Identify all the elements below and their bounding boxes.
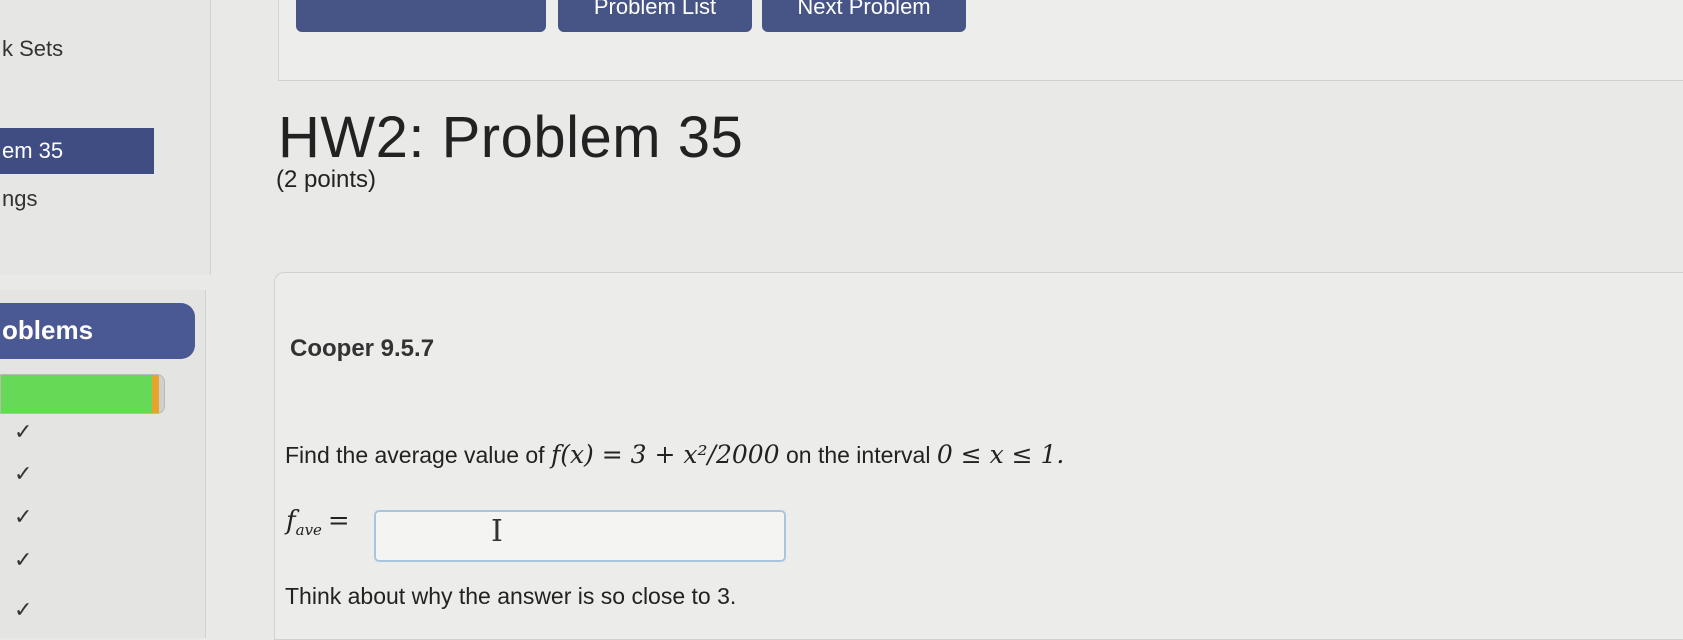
function-formula: f(x) = 3 + x²/2000 [550,440,780,469]
previous-problem-button[interactable] [296,0,546,32]
question-middle: on the interval [785,442,931,468]
current-problem-nav-item[interactable]: em 35 [0,128,154,174]
check-icon: ✓ [14,420,33,445]
homework-sets-link[interactable]: k Sets [2,36,63,62]
next-problem-button[interactable]: Next Problem [762,0,966,32]
problem-reference: Cooper 9.5.7 [290,335,435,362]
answer-label: fave = [286,506,350,540]
check-icon: ✓ [14,505,33,530]
progress-current-marker [152,375,160,413]
progress-fill [1,375,160,413]
answer-label-subscript: ave [295,521,322,540]
problem-points: (2 points) [276,166,377,193]
problems-header: oblems [0,303,195,359]
problem-hint: Think about why the answer is so close t… [285,583,737,609]
progress-bar [0,374,165,414]
check-icon: ✓ [14,598,33,623]
check-icon: ✓ [14,548,33,573]
answer-label-symbol: f [286,506,296,536]
problem-list-button[interactable]: Problem List [558,0,752,32]
check-icon: ✓ [14,462,33,487]
question-text: Find the average value of f(x) = 3 + x²/… [285,440,1064,469]
sidebar-navigation: k Sets em 35 ngs [0,0,211,275]
interval-expression: 0 ≤ x ≤ 1. [936,440,1065,469]
settings-link[interactable]: ngs [2,186,37,212]
question-prefix: Find the average value of [285,442,545,468]
answer-input[interactable] [374,510,786,562]
page-title: HW2: Problem 35 [278,105,744,170]
text-cursor-icon: I [491,514,503,549]
